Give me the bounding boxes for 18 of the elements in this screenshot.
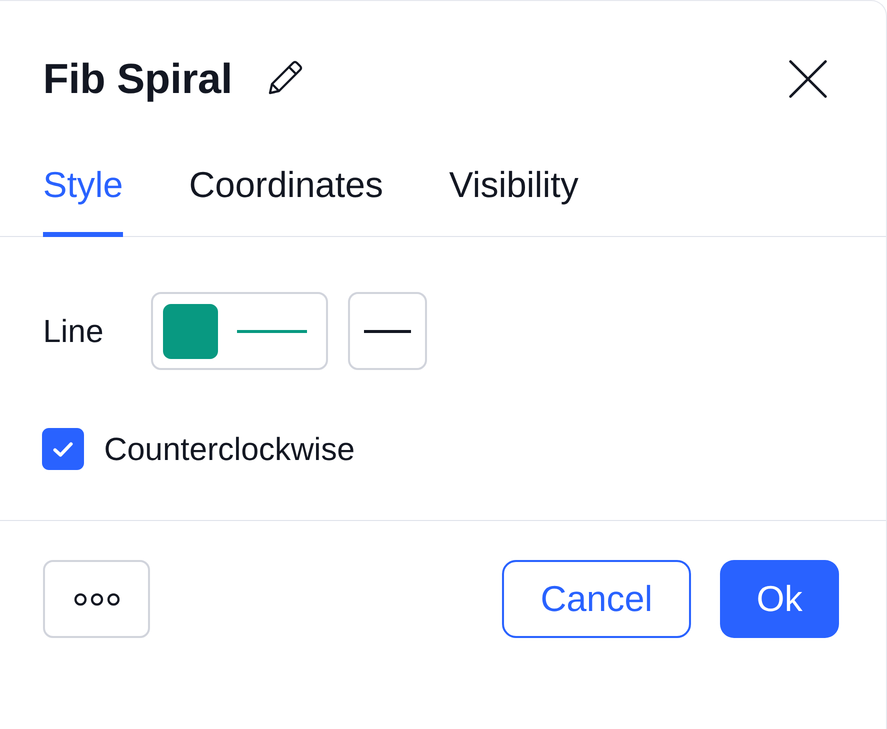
- close-button[interactable]: [789, 60, 827, 98]
- close-icon: [789, 60, 827, 98]
- checkmark-icon: [53, 442, 73, 456]
- ok-button[interactable]: Ok: [720, 560, 839, 638]
- tab[interactable]: Visibility: [449, 163, 579, 237]
- more-dots-icon: [74, 592, 120, 606]
- checkbox-label[interactable]: Counterclockwise: [104, 430, 355, 468]
- more-button[interactable]: [43, 560, 150, 638]
- line-preview-icon: [237, 330, 307, 332]
- line-style-button[interactable]: [348, 292, 427, 370]
- cancel-button[interactable]: Cancel: [502, 560, 691, 638]
- tab[interactable]: Coordinates: [189, 163, 384, 237]
- dialog-title: Fib Spiral: [43, 54, 232, 104]
- checkbox[interactable]: [42, 428, 84, 470]
- tab[interactable]: Style: [43, 163, 124, 237]
- line-icon: [364, 330, 411, 332]
- line-label: Line: [43, 312, 104, 350]
- line-color-button[interactable]: [151, 292, 328, 370]
